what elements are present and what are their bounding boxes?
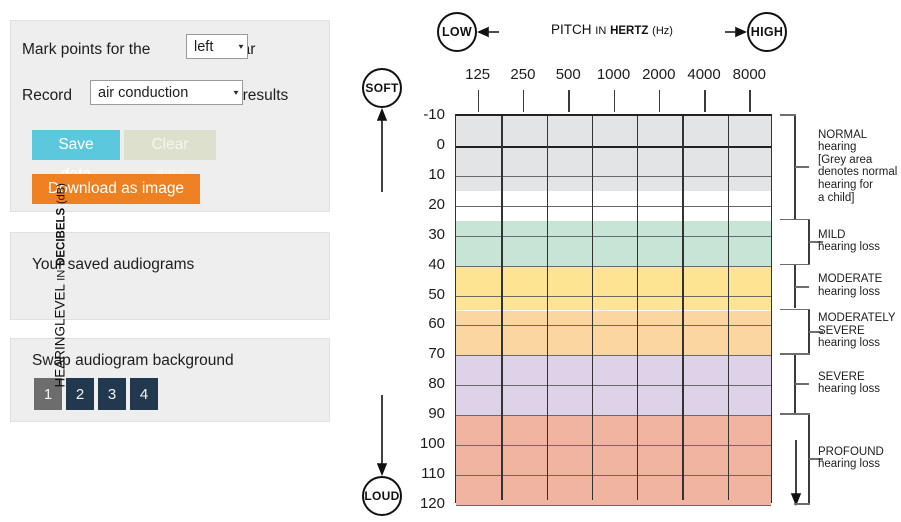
severity-caption: NORMAL bbox=[818, 128, 868, 141]
y-tick-label-60: 60 bbox=[428, 315, 445, 333]
x-tick-mark-8000 bbox=[749, 90, 751, 112]
pitch-low-badge: LOW bbox=[437, 12, 477, 52]
x-axis-title: PITCH IN HERTZ (Hz) bbox=[500, 22, 724, 37]
severity-bracket-cap-1 bbox=[794, 353, 810, 355]
severity-caption: MILD bbox=[818, 228, 846, 241]
x-tick-mark-2000 bbox=[658, 90, 661, 112]
level-soft-badge: SOFT bbox=[362, 68, 402, 108]
x-tick-mark-500 bbox=[568, 90, 570, 112]
severity-caption: MODERATE bbox=[818, 273, 883, 286]
y-tick-label-100: 100 bbox=[419, 435, 445, 453]
gridline-v-2 bbox=[546, 116, 548, 500]
y-tick-label-40: 40 bbox=[428, 255, 445, 273]
y-tick-label-neg10: -10 bbox=[423, 106, 445, 123]
pitch-high-badge: HIGH bbox=[747, 12, 787, 52]
severity-bracket-cap-0 bbox=[794, 308, 810, 311]
y-tick-label-70: 70 bbox=[428, 345, 445, 363]
severity-bracket-cap-1 bbox=[794, 263, 810, 266]
severity-subtext: hearing loss bbox=[818, 337, 881, 350]
gridline-v-3 bbox=[591, 116, 594, 500]
severity-label: NORMAL hearing [Grey area denotes normal … bbox=[818, 129, 897, 205]
audiogram-page: Mark points for the ear left ▾ Record re… bbox=[0, 0, 901, 522]
severity-label: SEVERE hearing loss bbox=[818, 371, 880, 396]
pitch-right-arrow-head bbox=[735, 26, 747, 38]
x-axis-title-in: IN bbox=[595, 25, 607, 37]
severity-label: MILD hearing loss bbox=[818, 229, 880, 254]
level-bottom-arrow-head bbox=[376, 463, 388, 477]
gridline-h-30 bbox=[456, 235, 771, 237]
severity-subtext: hearing [Grey area denotes normal hearin… bbox=[818, 141, 898, 204]
gridline-h-70 bbox=[456, 355, 771, 357]
gridline-h-100 bbox=[456, 445, 771, 447]
y-axis-title-unit: DECIBELS bbox=[55, 207, 68, 266]
pitch-left-arrow-head bbox=[477, 26, 489, 38]
severity-subtext: hearing loss bbox=[818, 241, 881, 254]
y-tick-label-30: 30 bbox=[428, 225, 445, 243]
severity-label: MODERATE hearing loss bbox=[818, 273, 882, 298]
y-tick-label-120: 120 bbox=[419, 495, 445, 512]
y-axis-title-in: IN bbox=[55, 269, 68, 281]
y-axis-title: HEARINGLEVEL IN DECIBELS (dB) bbox=[52, 183, 68, 388]
y-tick-label-20: 20 bbox=[428, 195, 445, 213]
x-tick-label-8000: 8000 bbox=[732, 66, 767, 83]
gridline-h-10 bbox=[456, 175, 771, 177]
x-axis-title-unit: HERTZ bbox=[610, 25, 649, 37]
gridline-h-80 bbox=[456, 385, 771, 387]
gridline-v-4 bbox=[637, 116, 639, 500]
x-tick-mark-1000 bbox=[613, 90, 615, 112]
severity-caption: SEVERE bbox=[818, 370, 865, 383]
severity-bracket-cap-0 bbox=[794, 218, 810, 221]
y-tick-label-90: 90 bbox=[428, 405, 445, 423]
severity-subtext: hearing loss bbox=[818, 286, 881, 299]
band-mild-teal bbox=[456, 220, 771, 266]
audiogram-chart: LOW HIGH SOFT LOUD PITCH IN HERTZ (Hz) H… bbox=[0, 0, 901, 522]
gridline-v-6 bbox=[727, 116, 729, 500]
x-tick-mark-4000 bbox=[704, 90, 706, 112]
gridline-h-90 bbox=[456, 415, 771, 417]
band-normal-grey bbox=[456, 116, 771, 191]
severity-bracket-cap-0 bbox=[780, 263, 796, 266]
severity-label: MODERATELY SEVERE hearing loss bbox=[818, 312, 896, 350]
gridline-v-1 bbox=[501, 116, 503, 500]
gridline-h-60 bbox=[456, 325, 771, 327]
y-tick-label-10: 10 bbox=[428, 165, 445, 183]
gridline-h-20 bbox=[456, 205, 771, 207]
severity-bracket-tick bbox=[795, 166, 809, 168]
severity-subtext: hearing loss bbox=[818, 458, 881, 471]
gridline-h-110 bbox=[456, 475, 771, 477]
severity-bracket-tick bbox=[795, 383, 809, 385]
y-tick-label-0: 0 bbox=[436, 135, 445, 153]
y-tick-label-80: 80 bbox=[428, 375, 445, 393]
level-loud-badge: LOUD bbox=[362, 476, 402, 516]
band-profound-salmon bbox=[456, 415, 771, 505]
severity-label: PROFOUND hearing loss bbox=[818, 446, 884, 471]
severity-subtext: hearing loss bbox=[818, 383, 881, 396]
severity-caption: MODERATELY SEVERE bbox=[818, 312, 896, 337]
gridline-h-120 bbox=[456, 505, 771, 506]
x-axis-title-main: PITCH bbox=[551, 22, 592, 37]
severity-bracket-cap-0 bbox=[780, 114, 796, 116]
gridline-h-50 bbox=[456, 295, 771, 297]
gridline-h-40 bbox=[456, 265, 771, 267]
band-moderate-yellow bbox=[456, 265, 771, 311]
x-tick-mark-125 bbox=[477, 90, 480, 112]
x-axis-title-unit-paren: (Hz) bbox=[652, 25, 673, 37]
severity-legend: NORMAL hearing [Grey area denotes normal … bbox=[772, 110, 901, 510]
y-tick-label-110: 110 bbox=[421, 465, 445, 483]
severity-bracket-cap-1 bbox=[794, 503, 810, 505]
severity-caption: PROFOUND bbox=[818, 445, 884, 458]
x-tick-mark-250 bbox=[522, 90, 525, 112]
y-axis-title-unit-paren: (dB) bbox=[55, 183, 68, 204]
level-top-arrow-head bbox=[376, 107, 388, 121]
gridline-v-5 bbox=[682, 116, 684, 500]
audiogram-plot-area[interactable] bbox=[455, 114, 772, 506]
gridline-h-0 bbox=[456, 145, 771, 149]
severity-bracket-cap-0 bbox=[780, 353, 796, 355]
band-moderately-severe-orange bbox=[456, 310, 771, 356]
y-tick-label-50: 50 bbox=[428, 285, 445, 303]
severity-bracket-tick bbox=[795, 286, 809, 288]
severity-bracket-cap-0 bbox=[794, 413, 810, 415]
y-axis-title-main: HEARINGLEVEL bbox=[52, 284, 68, 388]
